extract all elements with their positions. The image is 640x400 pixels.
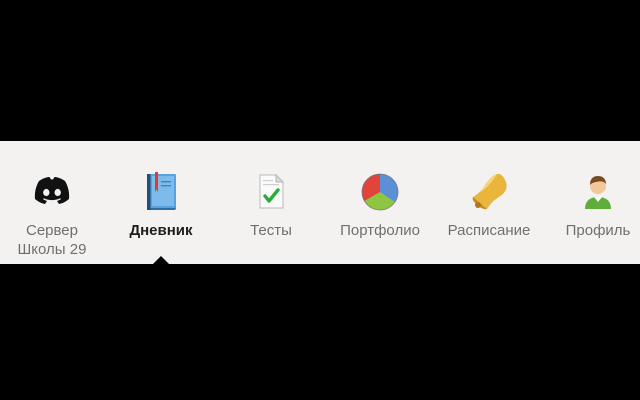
tab-server-label: Сервер Школы 29 [0,221,112,259]
pie-chart-icon [358,169,402,213]
letterbox-bottom [0,264,640,400]
tab-toolbar: Сервер Школы 29 Дневник Тесты Портфолио … [0,141,640,264]
checklist-icon [249,169,293,213]
user-icon [576,169,620,213]
tab-server[interactable]: Сервер Школы 29 [2,169,102,259]
tab-portfolio-label: Портфолио [340,222,420,239]
tab-profile[interactable]: Профиль [548,169,640,259]
discord-icon [30,169,74,213]
tab-schedule[interactable]: Расписание [439,169,539,259]
tab-server-label-line2: Школы 29 [17,241,87,258]
tab-schedule-label: Расписание [447,222,531,239]
tab-diary-label: Дневник [129,222,193,239]
tab-profile-label: Профиль [565,222,631,239]
tab-portfolio[interactable]: Портфолио [330,169,430,259]
bell-icon [467,169,511,213]
active-tab-indicator [153,256,169,264]
book-icon [139,169,183,213]
tab-tests[interactable]: Тесты [221,169,321,259]
letterbox-top [0,0,640,141]
tab-tests-label: Тесты [250,222,292,239]
tab-diary[interactable]: Дневник [111,169,211,259]
tab-server-label-line1: Сервер [25,222,78,239]
